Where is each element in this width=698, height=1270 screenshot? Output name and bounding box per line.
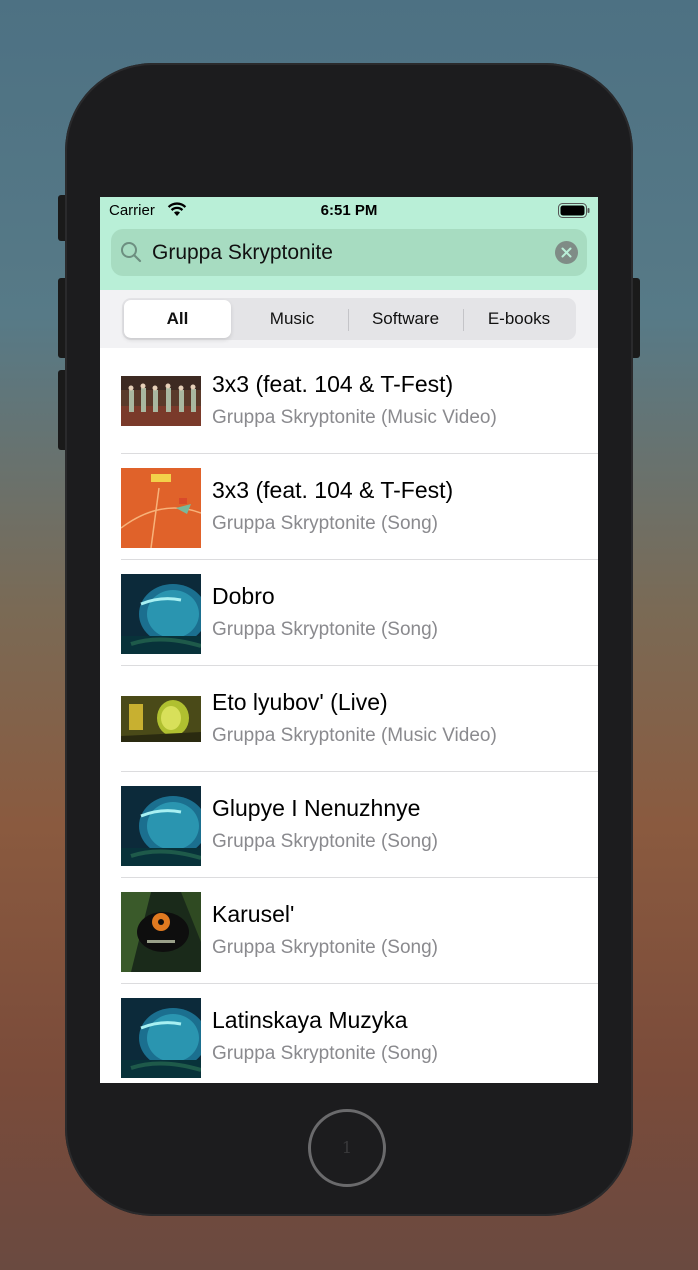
artwork-image bbox=[121, 574, 201, 654]
segment-ebooks[interactable]: E-books bbox=[464, 300, 574, 338]
artwork-image bbox=[121, 892, 201, 972]
battery-icon bbox=[558, 203, 590, 223]
app-screen: Carrier 6:51 PM Gruppa Skryptonite All M… bbox=[100, 197, 598, 1083]
clock: 6:51 PM bbox=[320, 202, 378, 219]
segment-all[interactable]: All bbox=[124, 300, 231, 338]
result-subtitle: Gruppa Skryptonite (Song) bbox=[212, 1043, 439, 1064]
result-row[interactable]: Glupye I Nenuzhnye Gruppa Skryptonite (S… bbox=[100, 772, 598, 878]
search-header: Carrier 6:51 PM Gruppa Skryptonite bbox=[100, 197, 598, 290]
home-button[interactable]: 1 bbox=[308, 1109, 386, 1187]
result-subtitle: Gruppa Skryptonite (Song) bbox=[212, 513, 439, 534]
scope-bar: All Music Software E-books bbox=[100, 290, 598, 348]
result-row[interactable]: 3x3 (feat. 104 & T-Fest) Gruppa Skrypton… bbox=[100, 454, 598, 560]
result-title: Glupye I Nenuzhnye bbox=[212, 795, 421, 821]
status-bar: Carrier 6:51 PM bbox=[100, 197, 598, 225]
result-row[interactable]: Eto lyubov' (Live) Gruppa Skryptonite (M… bbox=[100, 666, 598, 772]
result-title: Eto lyubov' (Live) bbox=[212, 689, 388, 715]
home-button-label: 1 bbox=[341, 1138, 353, 1157]
result-title: Latinskaya Muzyka bbox=[212, 1007, 408, 1033]
result-row[interactable]: 3x3 (feat. 104 & T-Fest) Gruppa Skrypton… bbox=[100, 348, 598, 454]
magnifier-icon bbox=[120, 241, 142, 268]
result-title: Dobro bbox=[212, 583, 275, 609]
clear-search-icon[interactable] bbox=[555, 241, 578, 269]
result-row[interactable]: Latinskaya Muzyka Gruppa Skryptonite (So… bbox=[100, 984, 598, 1083]
result-subtitle: Gruppa Skryptonite (Song) bbox=[212, 831, 439, 852]
artwork-image bbox=[121, 786, 201, 866]
result-subtitle: Gruppa Skryptonite (Song) bbox=[212, 937, 439, 958]
artwork-image bbox=[121, 998, 201, 1078]
results-list: 3x3 (feat. 104 & T-Fest) Gruppa Skrypton… bbox=[100, 348, 598, 1083]
artwork-image bbox=[121, 376, 201, 426]
result-row[interactable]: Dobro Gruppa Skryptonite (Song) bbox=[100, 560, 598, 666]
segment-software[interactable]: Software bbox=[349, 300, 462, 338]
artwork-image bbox=[121, 696, 201, 742]
search-input[interactable]: Gruppa Skryptonite bbox=[152, 241, 333, 265]
search-bar[interactable]: Gruppa Skryptonite bbox=[111, 229, 587, 276]
result-subtitle: Gruppa Skryptonite (Music Video) bbox=[212, 725, 497, 746]
result-title: Karusel' bbox=[212, 901, 295, 927]
result-title: 3x3 (feat. 104 & T-Fest) bbox=[212, 371, 454, 397]
segmented-control: All Music Software E-books bbox=[122, 298, 576, 340]
result-subtitle: Gruppa Skryptonite (Music Video) bbox=[212, 407, 497, 428]
result-subtitle: Gruppa Skryptonite (Song) bbox=[212, 619, 439, 640]
artwork-image bbox=[121, 468, 201, 548]
segment-music[interactable]: Music bbox=[236, 300, 348, 338]
result-title: 3x3 (feat. 104 & T-Fest) bbox=[212, 477, 454, 503]
result-row[interactable]: Karusel' Gruppa Skryptonite (Song) bbox=[100, 878, 598, 984]
